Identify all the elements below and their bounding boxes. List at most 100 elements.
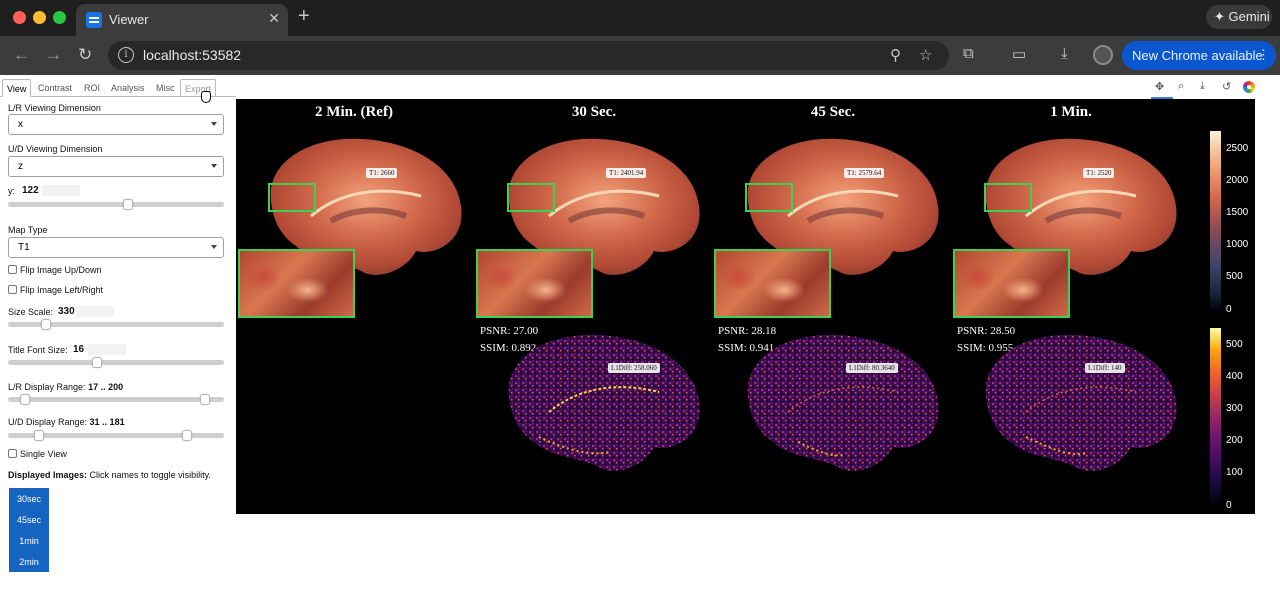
flip-ud-checkbox[interactable] — [8, 265, 17, 274]
ud-range-slider[interactable] — [8, 430, 224, 441]
diff-brain-image[interactable] — [718, 317, 946, 477]
update-label: New Chrome available — [1132, 48, 1263, 63]
save-image-icon[interactable]: ⤓ — [1200, 80, 1205, 93]
title-font-label: Title Font Size: — [8, 345, 68, 355]
size-scale-slider[interactable] — [8, 319, 224, 330]
back-icon[interactable]: ← — [13, 45, 30, 65]
single-view-checkbox[interactable] — [8, 449, 17, 458]
tab-view[interactable]: View — [2, 79, 32, 97]
roi-zoom-inset — [714, 249, 831, 318]
size-scale-slider-knob[interactable] — [40, 319, 51, 330]
t1-colorbar — [1210, 131, 1221, 311]
download-icon[interactable]: ⤓ — [1061, 45, 1068, 62]
tab-misc[interactable]: Misc — [152, 79, 179, 97]
t1-colorbar-tick: 2500 — [1226, 143, 1249, 154]
image-toggle-45sec[interactable]: 45sec — [9, 509, 49, 530]
size-scale-value[interactable]: 330 — [58, 306, 75, 317]
roi-zoom-inset — [953, 249, 1070, 318]
t1-colorbar-tick: 1500 — [1226, 207, 1249, 218]
chevron-down-icon — [211, 122, 217, 126]
lr-dimension-select[interactable]: x — [8, 114, 224, 135]
viewer-app: View Contrast ROI Analysis Misc Export ✥… — [0, 75, 1280, 590]
roi-box[interactable] — [984, 183, 1032, 212]
extensions-icon[interactable]: ⧉ — [963, 45, 974, 62]
address-bar[interactable]: i localhost:53582 ⚲ ☆ — [108, 41, 949, 70]
image-viewer[interactable]: 2 Min. (Ref) T1: 2660 30 Sec. T1: 2401.9… — [236, 99, 1255, 514]
size-scale-number-input[interactable] — [76, 306, 114, 317]
image-toggle-2min[interactable]: 2min — [9, 551, 49, 572]
lr-range-text: L/R Display Range: — [8, 382, 86, 392]
t1-colorbar-tick: 1000 — [1226, 239, 1249, 250]
y-slider[interactable] — [8, 199, 224, 210]
gemini-button[interactable]: ✦ Gemini — [1206, 5, 1272, 29]
lr-range-slider[interactable] — [8, 394, 224, 405]
flip-ud-label: Flip Image Up/Down — [20, 265, 102, 275]
tab-search-icon[interactable]: ▭ — [1012, 45, 1026, 63]
new-tab-button[interactable]: + — [298, 5, 310, 28]
diff-brain-image[interactable] — [479, 317, 707, 477]
diff-colorbar-tick: 500 — [1226, 339, 1243, 350]
y-number-input[interactable] — [42, 185, 80, 196]
diff-colorbar-tick: 200 — [1226, 435, 1243, 446]
close-tab-icon[interactable]: ✕ — [268, 10, 280, 27]
diff-brain-image[interactable] — [956, 317, 1184, 477]
colormap-icon[interactable] — [1243, 81, 1255, 93]
forward-icon[interactable]: → — [45, 45, 62, 65]
lr-range-min-knob[interactable] — [20, 394, 30, 405]
viewer-favicon-icon — [86, 12, 102, 28]
image-toggle-1min[interactable]: 1min — [9, 530, 49, 551]
title-font-number-input[interactable] — [88, 344, 126, 355]
chrome-menu-icon[interactable]: ⋮ — [1257, 47, 1270, 63]
t1-value-tag: T1: 2520 — [1083, 168, 1115, 178]
y-slider-knob[interactable] — [123, 199, 134, 210]
ud-range-label: U/D Display Range: 31 .. 181 — [8, 417, 125, 427]
roi-zoom-inset — [476, 249, 593, 318]
title-font-value[interactable]: 16 — [73, 344, 84, 355]
single-view-label: Single View — [20, 449, 67, 459]
reset-view-icon[interactable]: ↺ — [1222, 80, 1231, 93]
zoom-tool-icon[interactable]: ⌕ — [1178, 80, 1184, 93]
pan-tool-icon[interactable]: ✥ — [1155, 80, 1164, 93]
map-type-select[interactable]: T1 — [8, 237, 224, 258]
chevron-down-icon — [211, 245, 217, 249]
reload-icon[interactable]: ↻ — [78, 45, 92, 65]
map-type-label: Map Type — [8, 225, 48, 235]
bookmark-star-icon[interactable]: ☆ — [919, 46, 932, 64]
t1-colorbar-tick: 2000 — [1226, 175, 1249, 186]
t1-value-tag: T1: 2401.94 — [606, 168, 647, 178]
minimize-window-button[interactable] — [33, 11, 46, 24]
profile-avatar[interactable] — [1093, 45, 1113, 65]
zoom-icon[interactable]: ⚲ — [890, 46, 901, 64]
ud-range-max-knob[interactable] — [182, 430, 192, 441]
t1-value-tag: T1: 2579.64 — [844, 168, 885, 178]
maximize-window-button[interactable] — [53, 11, 66, 24]
close-window-button[interactable] — [13, 11, 26, 24]
title-font-slider-knob[interactable] — [92, 357, 103, 368]
ud-range-min-knob[interactable] — [34, 430, 44, 441]
t1-colorbar-tick: 0 — [1226, 304, 1232, 315]
diff-colorbar-tick: 100 — [1226, 467, 1243, 478]
column-title: 2 Min. (Ref) — [315, 104, 393, 120]
tab-analysis[interactable]: Analysis — [107, 79, 149, 97]
tab-roi[interactable]: ROI — [80, 79, 104, 97]
url-text[interactable]: localhost:53582 — [143, 47, 241, 63]
browser-tab[interactable]: Viewer ✕ — [76, 4, 288, 36]
ud-dimension-select[interactable]: z — [8, 156, 224, 177]
diff-colorbar-tick: 400 — [1226, 371, 1243, 382]
lr-range-max-knob[interactable] — [200, 394, 210, 405]
y-value[interactable]: 122 — [22, 185, 39, 196]
flip-lr-checkbox[interactable] — [8, 285, 17, 294]
image-toggle-30sec[interactable]: 30sec — [9, 488, 49, 509]
t1-colorbar-tick: 500 — [1226, 271, 1243, 282]
roi-box[interactable] — [268, 183, 316, 212]
site-info-icon[interactable]: i — [118, 47, 134, 63]
title-font-slider[interactable] — [8, 357, 224, 368]
diff-colorbar — [1210, 328, 1221, 506]
update-chrome-button[interactable]: New Chrome available ⋮ — [1122, 41, 1276, 70]
tab-contrast[interactable]: Contrast — [34, 79, 76, 97]
diff-colorbar-tick: 0 — [1226, 500, 1232, 511]
roi-box[interactable] — [745, 183, 793, 212]
roi-box[interactable] — [507, 183, 555, 212]
ud-range-text: U/D Display Range: — [8, 417, 88, 427]
size-scale-label: Size Scale: — [8, 307, 54, 317]
